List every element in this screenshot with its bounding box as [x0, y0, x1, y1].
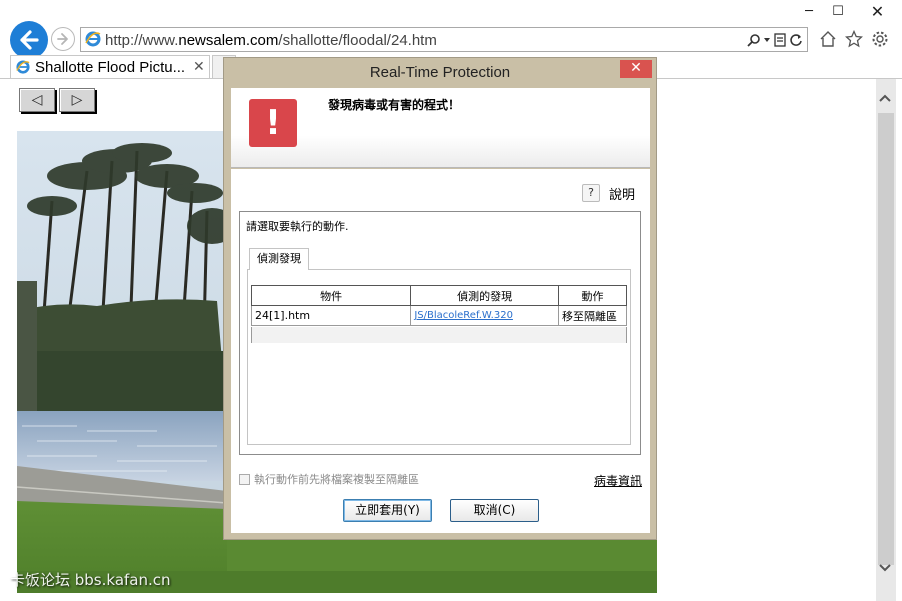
tab-shallotte-flood[interactable]: Shallotte Flood Pictu... ✕	[10, 55, 210, 79]
next-arrow-icon: ▷	[71, 92, 83, 108]
cell-object: 24[1].htm	[250, 305, 412, 326]
next-picture-button[interactable]: ▷	[59, 88, 95, 112]
forward-arrow-icon	[57, 33, 68, 45]
column-header-action: 動作	[558, 285, 627, 306]
dialog-close-button[interactable]: ✕	[620, 60, 652, 78]
virus-info-link[interactable]: 病毒資訊	[594, 472, 642, 489]
column-header-detection: 偵測的發現	[410, 285, 560, 306]
tab-title: Shallotte Flood Pictu...	[35, 59, 186, 76]
favorites-star-icon[interactable]	[844, 29, 864, 49]
previous-picture-button[interactable]: ◁	[19, 88, 55, 112]
forum-watermark: 卡饭论坛 bbs.kafan.cn	[10, 571, 171, 589]
dialog-title: Real-Time Protection	[369, 64, 511, 81]
tab-close-icon[interactable]: ✕	[193, 59, 205, 75]
column-header-object: 物件	[250, 285, 412, 306]
address-url: http://www.newsalem.com/shallotte/flooda…	[105, 32, 437, 49]
copy-to-quarantine-label: 執行動作前先將檔案複製至隔離區	[254, 473, 419, 486]
previous-arrow-icon: ◁	[31, 92, 43, 108]
address-bar[interactable]: http://www.newsalem.com/shallotte/flooda…	[80, 27, 808, 52]
minimize-button[interactable]: ─	[795, 0, 823, 22]
scroll-up-icon[interactable]	[878, 91, 892, 107]
dialog-header: ! 發現病毒或有害的程式！	[231, 88, 650, 168]
threat-message: 發現病毒或有害的程式！	[328, 98, 461, 112]
alert-icon: !	[249, 99, 297, 147]
scroll-down-icon[interactable]	[878, 561, 892, 577]
cell-action[interactable]: 移至隔離區	[558, 305, 627, 326]
dialog-body: ? 說明 請選取要執行的動作. 偵測發現 物件 偵測的發現 動作 24[1].h…	[231, 169, 650, 533]
home-icon[interactable]	[818, 29, 838, 49]
realtime-protection-dialog: Real-Time Protection ✕ ! 發現病毒或有害的程式！ ? 說…	[223, 57, 657, 540]
apply-now-button[interactable]: 立即套用(Y)	[343, 499, 432, 522]
ie-logo-icon	[16, 60, 30, 74]
back-button[interactable]	[10, 21, 48, 59]
copy-to-quarantine-checkbox[interactable]	[239, 473, 250, 485]
back-arrow-icon	[20, 30, 39, 50]
compatibility-view-icon[interactable]	[773, 31, 787, 49]
tab-detections[interactable]: 偵測發現	[249, 248, 309, 270]
help-icon[interactable]: ?	[582, 184, 600, 202]
search-icon[interactable]	[747, 31, 761, 49]
vertical-scrollbar[interactable]	[876, 79, 896, 601]
help-link[interactable]: 說明	[609, 184, 635, 203]
ie-logo-icon	[85, 31, 101, 47]
action-prompt: 請選取要執行的動作.	[246, 220, 349, 233]
table-empty-row	[251, 327, 627, 343]
action-group: 請選取要執行的動作. 偵測發現 物件 偵測的發現 動作 24[1].htm JS…	[239, 211, 641, 455]
cancel-button[interactable]: 取消(C)	[450, 499, 539, 522]
detections-panel: 物件 偵測的發現 動作 24[1].htm JS/BlacoleRef.W.32…	[247, 269, 631, 445]
search-dropdown-icon[interactable]	[763, 31, 771, 49]
forward-button[interactable]	[51, 27, 75, 51]
scrollbar-thumb[interactable]	[878, 113, 894, 565]
refresh-icon[interactable]	[789, 31, 803, 49]
close-window-button[interactable]: ✕	[853, 0, 902, 22]
detections-table: 物件 偵測的發現 動作 24[1].htm JS/BlacoleRef.W.32…	[250, 285, 627, 326]
maximize-button[interactable]: ☐	[824, 0, 852, 22]
cell-detection-link[interactable]: JS/BlacoleRef.W.320	[410, 305, 560, 326]
settings-gear-icon[interactable]	[870, 29, 890, 49]
table-row[interactable]: 24[1].htm JS/BlacoleRef.W.320 移至隔離區	[250, 305, 627, 326]
copy-to-quarantine-option[interactable]: 執行動作前先將檔案複製至隔離區	[239, 471, 419, 487]
